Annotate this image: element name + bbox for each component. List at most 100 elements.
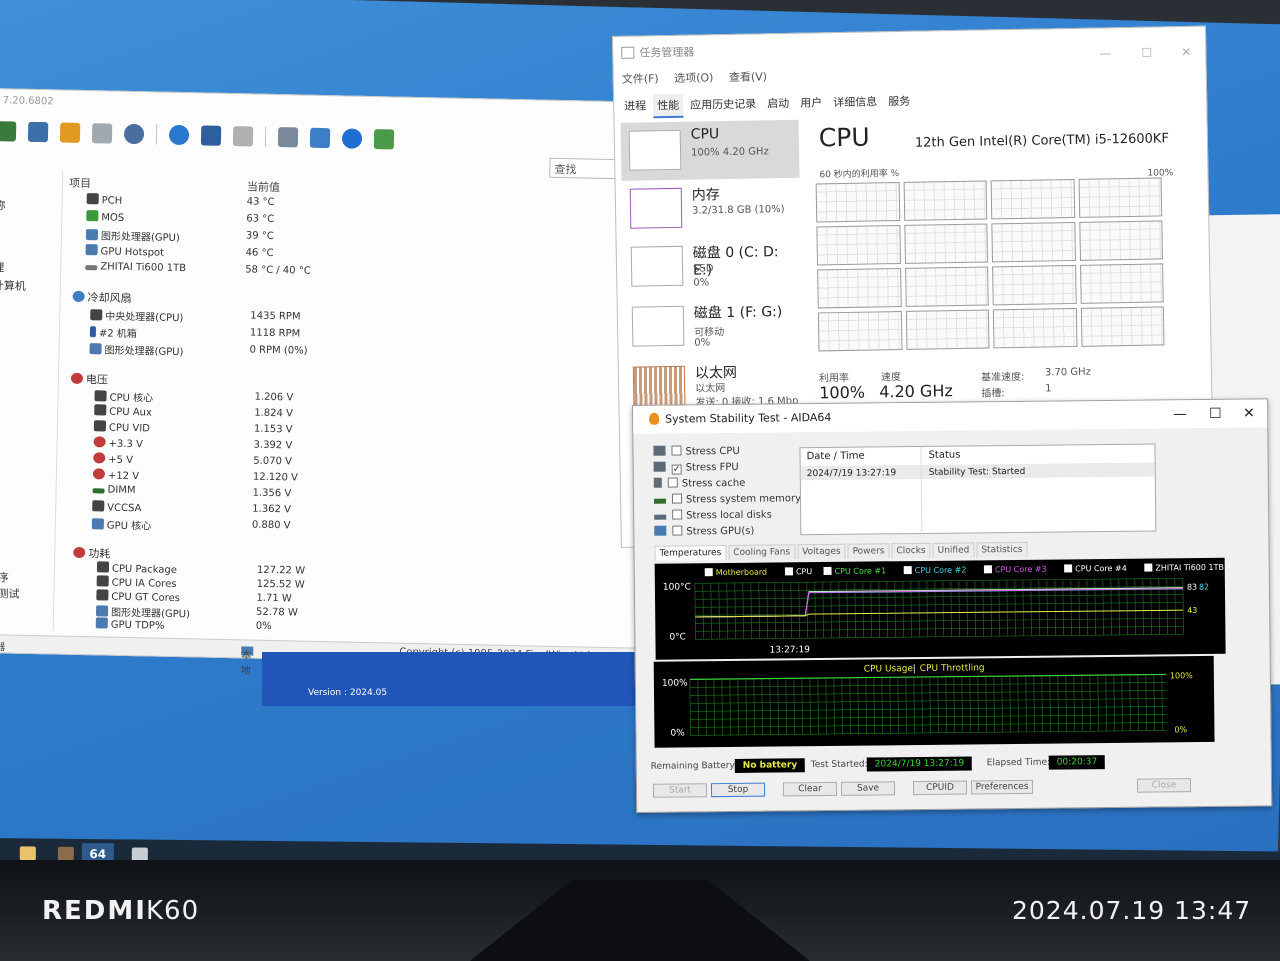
close-dialog-button[interactable]: Close [1136, 778, 1192, 793]
table-row[interactable]: DIMM [92, 484, 136, 501]
update-icon[interactable] [373, 129, 395, 150]
menu-file[interactable]: 文件(F) [622, 72, 659, 86]
preferences-button[interactable]: Preferences [970, 779, 1034, 795]
tab-details[interactable]: 详细信息 [829, 90, 881, 115]
flame-icon[interactable] [59, 122, 81, 143]
menu-fragment[interactable]: 能测试 [0, 585, 20, 602]
legend-checkbox [903, 566, 912, 575]
stress-disks-option[interactable]: Stress local disks [654, 509, 772, 524]
table-row[interactable]: +12 V [92, 468, 139, 485]
legend-label: CPU Core #2 [915, 566, 967, 576]
column-header-item[interactable]: 项目 [69, 175, 91, 191]
table-row[interactable]: GPU 核心 [91, 516, 152, 533]
table-row[interactable]: CPU VID [93, 420, 150, 437]
grid-line [1049, 675, 1051, 732]
app-icon[interactable] [57, 846, 74, 861]
group-header-voltage[interactable]: 电压 [70, 371, 108, 388]
grid-line [889, 677, 891, 734]
stress-checkbox-checked[interactable]: ✓ [671, 464, 682, 475]
back-icon[interactable] [0, 121, 17, 142]
log-header-status[interactable]: Status [928, 450, 960, 461]
table-row[interactable]: ZHITAI Ti600 1TB [85, 261, 186, 279]
legend-checkbox [1144, 563, 1153, 572]
menu-fragment[interactable]: 计算机 [0, 277, 26, 294]
info-icon[interactable] [341, 128, 363, 149]
close-button[interactable]: ✕ [1181, 45, 1191, 59]
sidebar-item-disk1[interactable]: 磁盘 1 (F: G:) 可移动 0% [624, 296, 803, 357]
menu-fragment[interactable]: 理 [0, 259, 4, 275]
stress-checkbox[interactable] [672, 525, 683, 536]
download-icon[interactable] [309, 127, 331, 149]
tab-unified[interactable]: Unified [932, 542, 975, 558]
tab-powers[interactable]: Powers [847, 543, 890, 559]
cpu-usage-graph-canvas: CPU Usage | CPU Throttling 100% 0% 100% 0% [662, 663, 1193, 738]
minimize-button[interactable]: — [1173, 406, 1187, 422]
table-row[interactable]: #2 机箱 [89, 324, 137, 341]
tab-startup[interactable]: 启动 [763, 92, 793, 117]
table-row[interactable]: GPU TDP% [95, 617, 165, 634]
stress-checkbox[interactable] [671, 493, 683, 504]
start-button[interactable]: Start [652, 783, 708, 798]
tab-statistics[interactable]: Statistics [976, 541, 1028, 558]
save-button[interactable]: Save [840, 781, 896, 796]
stress-checkbox[interactable] [671, 445, 682, 456]
network-icon[interactable] [91, 123, 113, 144]
sidebar-item-disk0[interactable]: 磁盘 0 (C: D: E:) SSD 0% [623, 236, 802, 297]
tab-voltages[interactable]: Voltages [797, 543, 846, 560]
file-explorer-icon[interactable] [19, 846, 36, 861]
stress-checkbox[interactable] [667, 477, 678, 488]
stress-gpu-option[interactable]: Stress GPU(s) [654, 525, 754, 540]
tab-services[interactable]: 服务 [884, 90, 914, 115]
maximize-button[interactable]: ☐ [1209, 406, 1222, 422]
table-row[interactable]: CPU 核心 [94, 388, 153, 405]
search-input[interactable]: 查找 [549, 157, 620, 180]
menu-options[interactable]: 选项(O) [674, 71, 713, 85]
menu-fragment[interactable]: 称 [0, 197, 6, 213]
column-header-value[interactable]: 当前值 [247, 178, 280, 195]
menu-view[interactable]: 查看(V) [729, 70, 767, 84]
clear-button[interactable]: Clear [782, 781, 838, 797]
minimize-button[interactable]: — [1099, 46, 1111, 60]
report-icon[interactable] [232, 126, 254, 147]
tab-clocks[interactable]: Clocks [891, 542, 931, 559]
close-button[interactable]: ✕ [1243, 405, 1255, 421]
tab-users[interactable]: 用户 [796, 91, 826, 116]
sidebar-item-cpu[interactable]: CPU 100% 4.20 GHz [620, 119, 800, 181]
table-row[interactable]: +5 V [93, 452, 133, 469]
database-icon[interactable] [200, 125, 222, 146]
stress-cpu-option[interactable]: Stress CPU [653, 445, 740, 460]
table-row[interactable]: 图形处理器(GPU) [85, 227, 180, 245]
computer-icon[interactable] [27, 121, 49, 143]
grid-line [695, 625, 1184, 632]
table-row[interactable]: 图形处理器(GPU) [89, 341, 184, 359]
grid-line [742, 582, 744, 639]
cpuid-button[interactable]: CPUID [912, 780, 968, 796]
group-header-power[interactable]: 功耗 [73, 545, 110, 562]
stress-checkbox[interactable] [672, 509, 683, 520]
group-header-fans[interactable]: 冷却风扇 [72, 289, 132, 306]
tab-cooling-fans[interactable]: Cooling Fans [728, 544, 796, 560]
monitor-icon[interactable] [277, 127, 299, 148]
tab-temperatures[interactable]: Temperatures [654, 545, 727, 561]
table-row[interactable]: GPU Hotspot [85, 244, 164, 262]
tab-performance[interactable]: 性能 [653, 93, 684, 119]
stop-button[interactable]: Stop [710, 782, 766, 798]
grid-line [982, 580, 984, 637]
table-row[interactable]: PCH [86, 193, 122, 210]
tab-processes[interactable]: 进程 [620, 94, 650, 119]
table-row[interactable]: CPU Aux [94, 404, 152, 421]
table-row[interactable]: MOS [86, 210, 124, 227]
log-header-datetime[interactable]: Date / Time [806, 451, 864, 463]
stress-cache-option[interactable]: Stress cache [653, 477, 746, 492]
pie-chart-icon[interactable] [168, 124, 190, 146]
tab-app-history[interactable]: 应用历史记录 [686, 92, 760, 117]
menu-fragment[interactable]: 排序 [0, 569, 9, 585]
table-row[interactable]: VCCSA [92, 500, 142, 517]
stress-memory-option[interactable]: Stress system memory [653, 492, 801, 508]
stress-fpu-option[interactable]: ✓ Stress FPU [653, 461, 739, 476]
table-row[interactable]: 中央处理器(CPU) [90, 307, 183, 325]
sidebar-item-memory[interactable]: 内存 3.2/31.8 GB (10%) [622, 178, 801, 239]
table-row[interactable]: +3.3 V [93, 436, 143, 453]
user-icon[interactable] [123, 123, 145, 145]
maximize-button[interactable]: ☐ [1141, 46, 1152, 60]
